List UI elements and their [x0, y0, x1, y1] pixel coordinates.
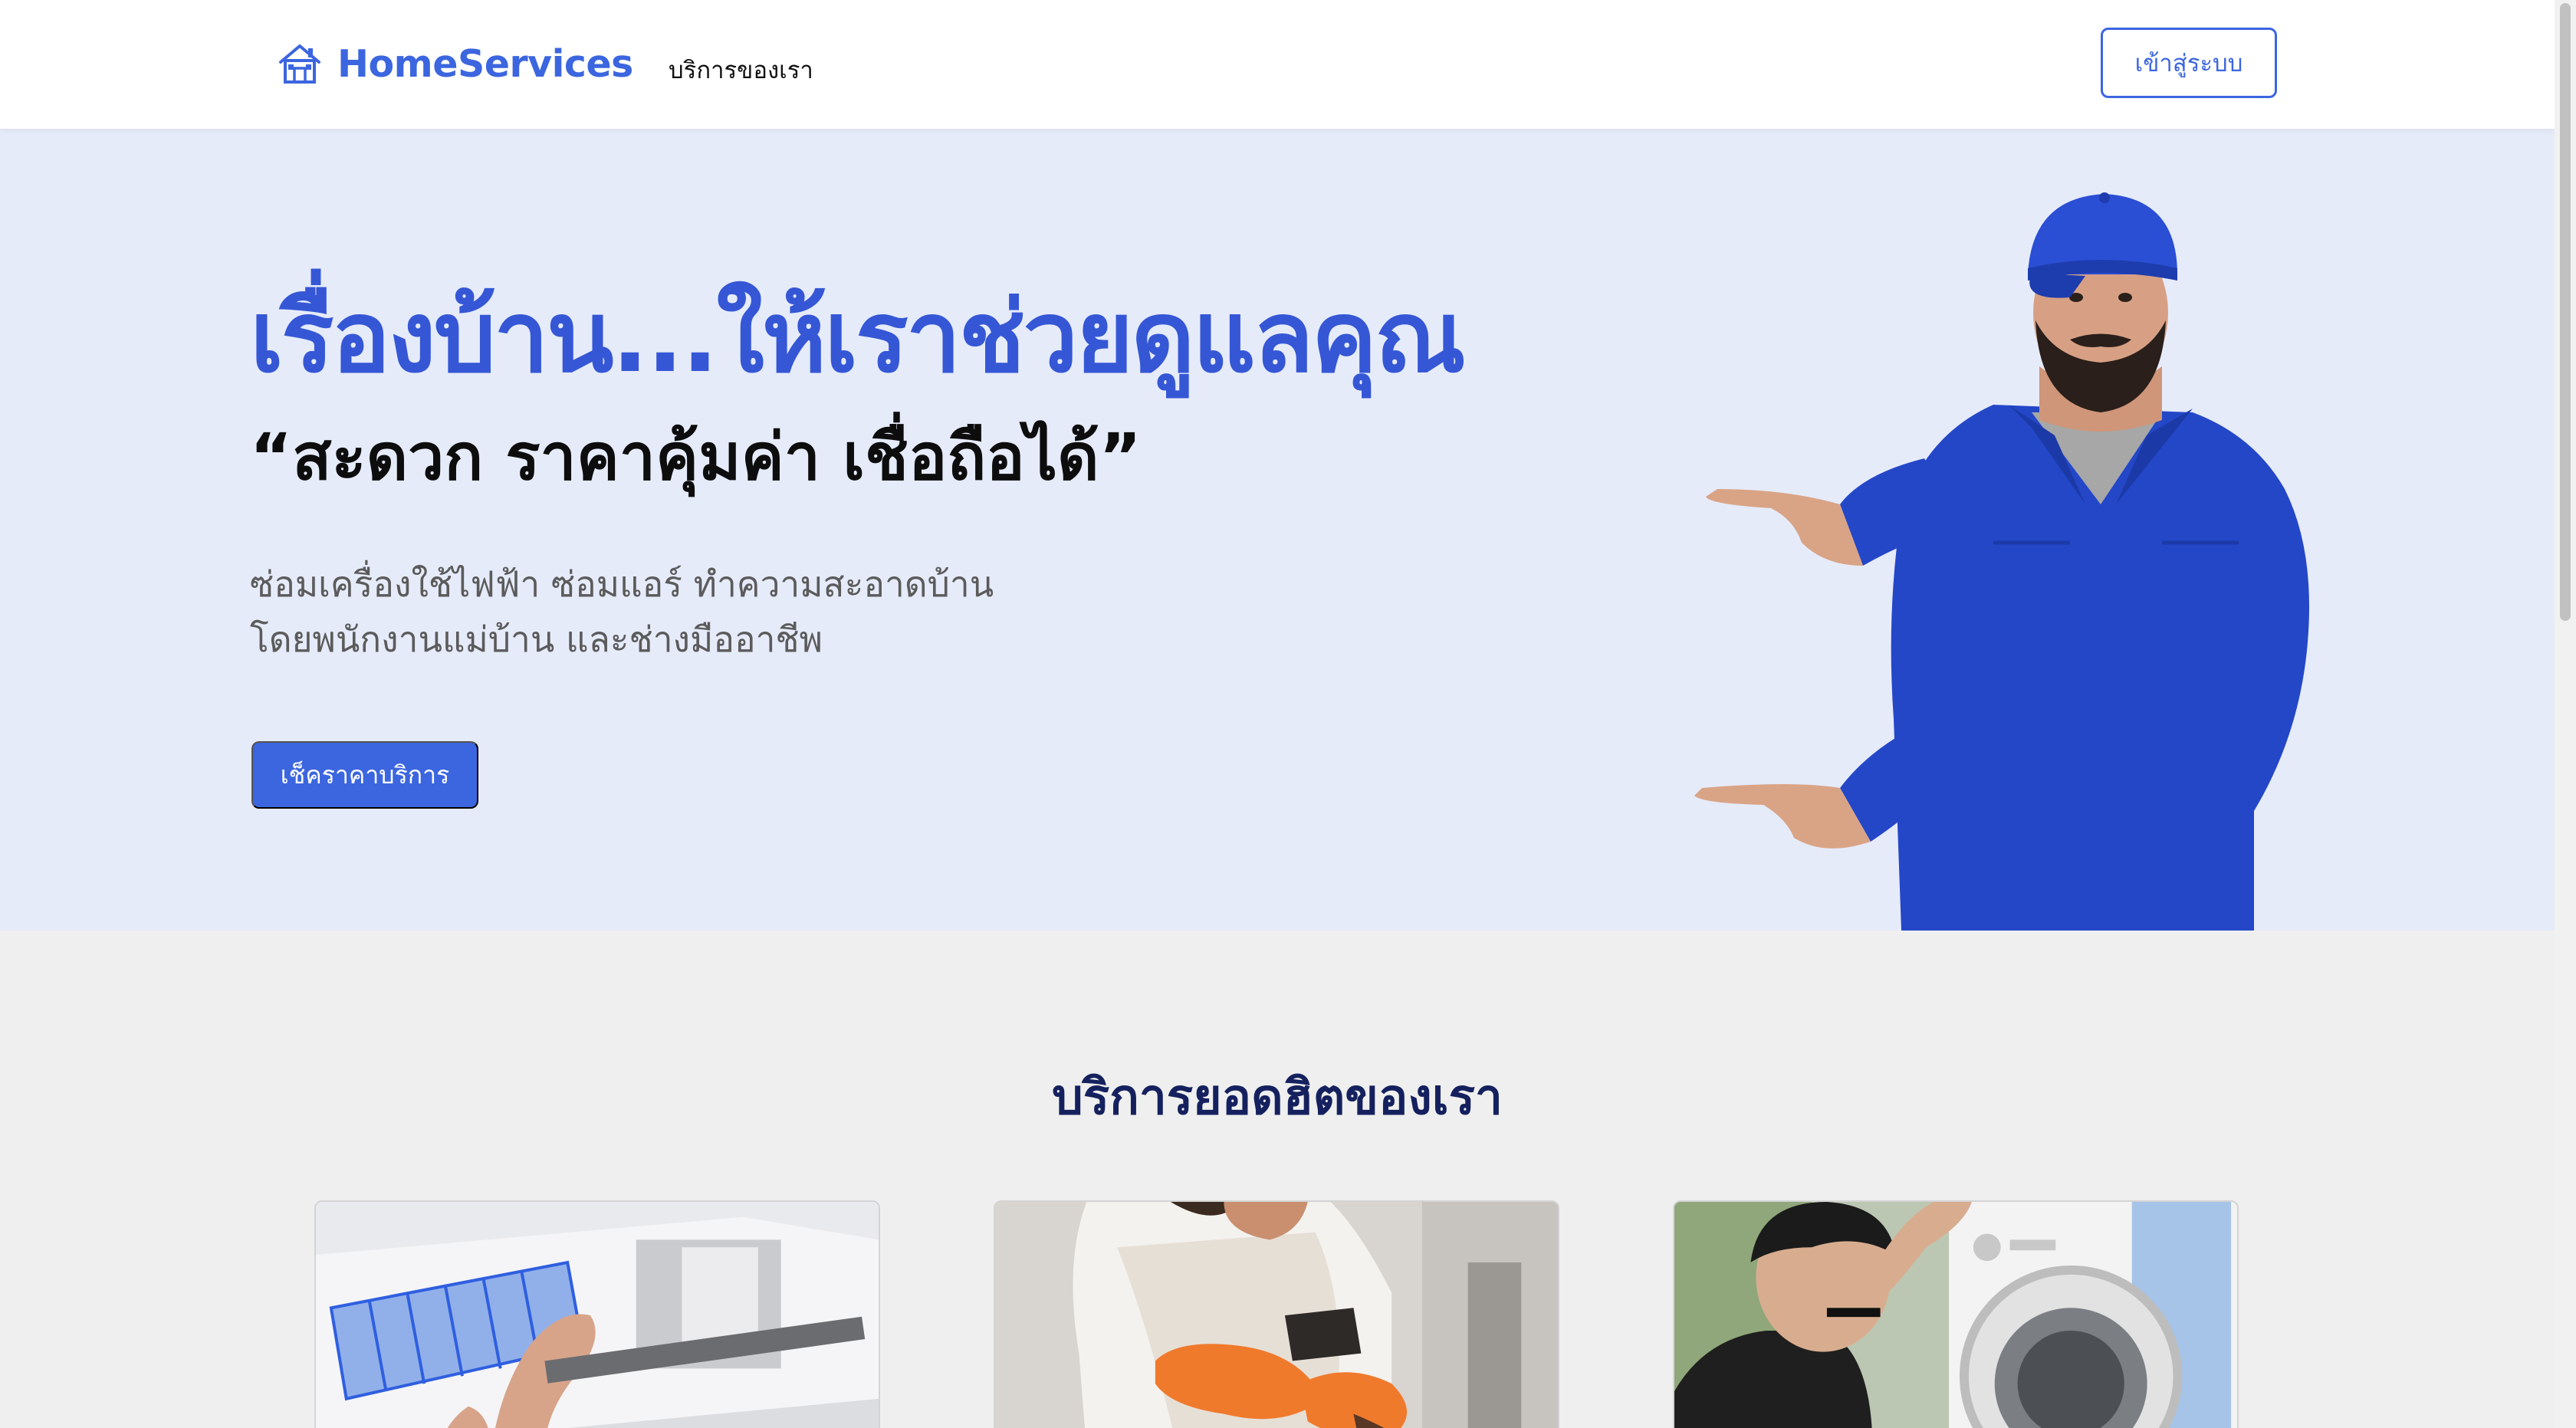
hero-description-line: โดยพนักงานแม่บ้าน และช่างมืออาชีพ [250, 619, 823, 660]
home-icon [279, 44, 320, 84]
services-heading: บริการยอดฮิตของเรา [1052, 1069, 1503, 1126]
service-card[interactable] [994, 1200, 1559, 1428]
page: HomeServices บริการของเรา เข้าสู่ระบบ เร… [0, 0, 2555, 1428]
hero-description: ซ่อมเครื่องใช้ไฟฟ้า ซ่อมแอร์ ทำความสะอาด… [250, 556, 994, 667]
navbar: HomeServices บริการของเรา เข้าสู่ระบบ [0, 0, 2555, 129]
service-card[interactable] [1673, 1200, 2239, 1428]
scrollbar-thumb[interactable] [2560, 3, 2571, 621]
hero-description-line: ซ่อมเครื่องใช้ไฟฟ้า ซ่อมแอร์ ทำความสะอาด… [250, 563, 994, 605]
service-card-image [316, 1202, 879, 1428]
service-card-image [995, 1202, 1558, 1428]
hero-title: เรื่องบ้าน...ให้เราช่วยดูแลคุณ [250, 281, 1466, 395]
service-card[interactable] [314, 1200, 880, 1428]
technician-image [1694, 192, 2309, 931]
login-button[interactable]: เข้าสู่ระบบ [2101, 28, 2277, 98]
check-price-button[interactable]: เช็คราคาบริการ [251, 741, 478, 809]
brand-name: HomeServices [337, 41, 633, 86]
brand-logo[interactable]: HomeServices [278, 38, 633, 89]
hero-section: เรื่องบ้าน...ให้เราช่วยดูแลคุณ “สะดวก รา… [0, 129, 2555, 931]
hero-subtitle: “สะดวก ราคาคุ้มค่า เชื่อถือได้” [250, 419, 1142, 494]
page-scrollbar[interactable] [2555, 0, 2576, 1428]
nav-link-our-services[interactable]: บริการของเรา [669, 51, 813, 89]
service-cards [0, 1200, 2555, 1428]
service-card-image [1674, 1202, 2237, 1428]
